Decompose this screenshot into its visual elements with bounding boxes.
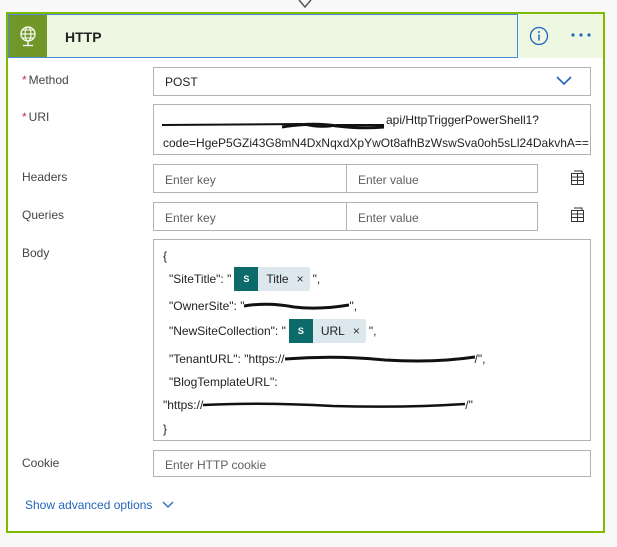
card-header: HTTP <box>8 14 603 58</box>
queries-value-input[interactable]: Enter value <box>346 202 538 231</box>
headers-label: Headers <box>22 170 68 184</box>
tenant-redaction <box>284 354 475 364</box>
action-title-bar[interactable]: HTTP <box>8 14 518 58</box>
sharepoint-icon: S <box>234 267 259 291</box>
method-label: * Method <box>22 73 69 87</box>
method-value: POST <box>165 75 198 89</box>
more-horizontal-icon <box>571 33 591 37</box>
uri-line-2: code=HgeP5GZi43G8mN4DxNqxdXpYwOt8afhBzWs… <box>163 136 589 150</box>
cookie-input[interactable]: Enter HTTP cookie <box>153 450 591 477</box>
connector-arrow-icon <box>298 0 312 9</box>
dynamic-content-token-title[interactable]: S Title × <box>234 267 310 291</box>
globe-icon <box>9 15 47 57</box>
chevron-down-icon <box>556 76 572 86</box>
info-icon <box>529 26 549 46</box>
action-title: HTTP <box>65 29 102 45</box>
body-line-blog-template-key: "BlogTemplateURL": <box>169 375 278 389</box>
body-line-new-site-collection: "NewSiteCollection": " S URL × ", <box>169 319 376 343</box>
body-editor[interactable]: { "SiteTitle": " S Title × ", "OwnerSite… <box>153 239 591 441</box>
switch-to-text-mode-icon[interactable] <box>570 207 586 223</box>
chevron-down-icon <box>162 501 174 508</box>
dynamic-content-token-url[interactable]: S URL × <box>288 319 366 343</box>
switch-to-text-mode-icon[interactable] <box>570 170 586 186</box>
blog-template-redaction <box>203 400 466 410</box>
remove-token-icon[interactable]: × <box>297 272 304 286</box>
show-advanced-options-link[interactable]: Show advanced options <box>25 498 174 512</box>
queries-key-input[interactable]: Enter key <box>153 202 347 231</box>
body-line-site-title: "SiteTitle": " S Title × ", <box>169 267 320 291</box>
uri-label: * URI <box>22 110 50 124</box>
cookie-label: Cookie <box>22 456 60 470</box>
body-line-tenant-url: "TenantURL": "https:// /", <box>169 352 486 366</box>
remove-token-icon[interactable]: × <box>353 324 360 338</box>
info-button[interactable] <box>528 25 550 47</box>
method-dropdown[interactable]: POST <box>153 67 591 96</box>
body-open-brace: { <box>163 249 168 263</box>
body-line-blog-template-url: "https:// /" <box>163 398 473 412</box>
owner-redaction <box>244 301 350 311</box>
sharepoint-icon: S <box>288 319 313 343</box>
body-close-brace: } <box>163 422 168 436</box>
queries-label: Queries <box>22 208 65 222</box>
uri-line-1: api/HttpTriggerPowerShell1? <box>386 113 539 127</box>
http-action-card: HTTP * Method POST * URI api/HttpTrigger… <box>6 12 605 533</box>
headers-key-input[interactable]: Enter key <box>153 164 347 193</box>
body-label: Body <box>22 246 50 260</box>
uri-input[interactable]: api/HttpTriggerPowerShell1? code=HgeP5GZ… <box>153 104 591 155</box>
headers-value-input[interactable]: Enter value <box>346 164 538 193</box>
more-options-button[interactable] <box>568 23 594 47</box>
body-line-owner-site: "OwnerSite": " ", <box>169 299 358 313</box>
uri-redaction <box>161 119 385 130</box>
